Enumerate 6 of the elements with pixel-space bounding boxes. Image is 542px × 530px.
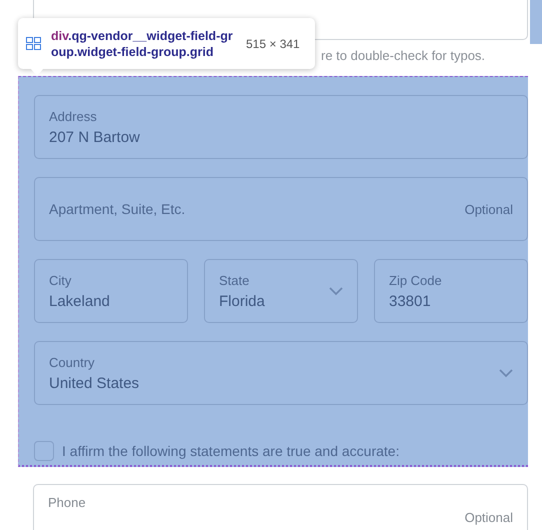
optional-label: Optional: [464, 202, 513, 216]
element-selector: div.qg-vendor__widget-field-group.widget-field-group.grid: [51, 28, 234, 60]
hint-text: re to double-check for typos.: [321, 48, 486, 65]
element-size: 515 × 341: [246, 36, 300, 50]
checkbox-label: I affirm the following statements are true and accurate:: [62, 443, 400, 459]
optional-label: Optional: [464, 510, 513, 525]
